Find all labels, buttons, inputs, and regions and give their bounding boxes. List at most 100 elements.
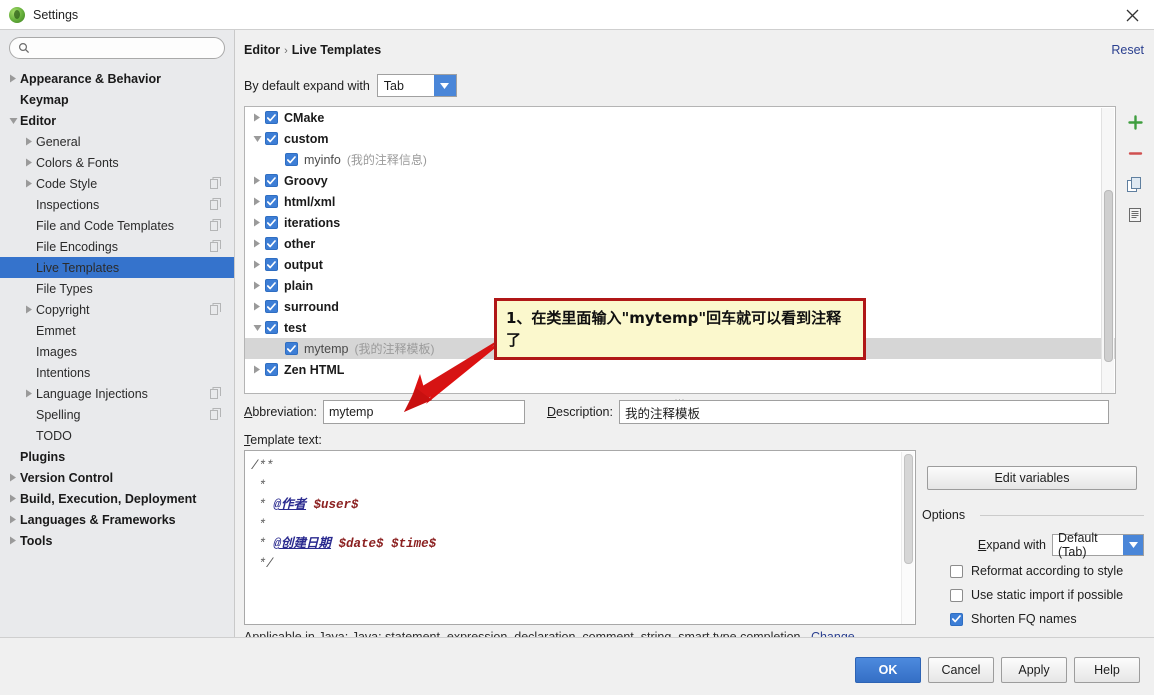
checkbox-icon[interactable] [950, 588, 963, 602]
option-checkbox-row[interactable]: Use static import if possible [950, 588, 1123, 602]
sidebar-item-file-types[interactable]: File Types [0, 278, 234, 299]
template-group-row[interactable]: Zen HTML [245, 359, 1115, 380]
chevron-right-icon[interactable] [22, 131, 36, 152]
sidebar-item-inspections[interactable]: Inspections [0, 194, 234, 215]
sidebar-item-intentions[interactable]: Intentions [0, 362, 234, 383]
copy-settings-icon[interactable] [210, 219, 222, 231]
template-enabled-checkbox[interactable] [285, 342, 298, 355]
sidebar-item-todo[interactable]: TODO [0, 425, 234, 446]
sidebar-item-language-injections[interactable]: Language Injections [0, 383, 234, 404]
sidebar-item-live-templates[interactable]: Live Templates [0, 257, 234, 278]
sidebar-item-file-and-code-templates[interactable]: File and Code Templates [0, 215, 234, 236]
template-group-row[interactable]: html/xml [245, 191, 1115, 212]
chevron-right-icon[interactable] [249, 302, 265, 311]
duplicate-template-button[interactable] [1122, 204, 1148, 230]
sidebar-item-file-encodings[interactable]: File Encodings [0, 236, 234, 257]
templates-scrollbar[interactable] [1101, 108, 1114, 393]
help-button[interactable]: Help [1074, 657, 1140, 683]
chevron-right-icon[interactable] [249, 176, 265, 185]
sidebar-item-general[interactable]: General [0, 131, 234, 152]
template-enabled-checkbox[interactable] [265, 321, 278, 334]
chevron-right-icon[interactable] [6, 488, 20, 509]
chevron-down-icon[interactable] [6, 110, 20, 131]
sidebar-item-copyright[interactable]: Copyright [0, 299, 234, 320]
default-expand-combo[interactable]: Tab [376, 74, 457, 97]
chevron-right-icon[interactable] [22, 152, 36, 173]
chevron-down-icon[interactable] [249, 324, 265, 332]
expand-with-combo[interactable]: Default (Tab) [1052, 531, 1144, 559]
template-enabled-checkbox[interactable] [265, 174, 278, 187]
copy-settings-icon[interactable] [210, 240, 222, 252]
chevron-right-icon[interactable] [6, 467, 20, 488]
checkbox-icon[interactable] [950, 612, 963, 626]
template-group-row[interactable]: other [245, 233, 1115, 254]
chevron-right-icon[interactable] [249, 281, 265, 290]
chevron-right-icon[interactable] [22, 383, 36, 404]
template-text-editor[interactable]: /** * * @作者 $user$ * * @创建日期 $date$ $tim… [244, 450, 916, 625]
sidebar-item-images[interactable]: Images [0, 341, 234, 362]
sidebar-item-spelling[interactable]: Spelling [0, 404, 234, 425]
copy-template-button[interactable] [1122, 173, 1148, 199]
sidebar-item-editor[interactable]: Editor [0, 110, 234, 131]
chevron-right-icon[interactable] [249, 239, 265, 248]
copy-settings-icon[interactable] [210, 387, 222, 399]
cancel-button[interactable]: Cancel [928, 657, 994, 683]
chevron-right-icon[interactable] [6, 530, 20, 551]
apply-button[interactable]: Apply [1001, 657, 1067, 683]
sidebar-item-languages-frameworks[interactable]: Languages & Frameworks [0, 509, 234, 530]
template-enabled-checkbox[interactable] [265, 258, 278, 271]
sidebar-item-appearance-behavior[interactable]: Appearance & Behavior [0, 68, 234, 89]
template-group-row[interactable]: custom [245, 128, 1115, 149]
reset-link[interactable]: Reset [1111, 43, 1144, 57]
template-enabled-checkbox[interactable] [265, 216, 278, 229]
editor-scrollbar[interactable] [901, 452, 914, 624]
template-enabled-checkbox[interactable] [265, 132, 278, 145]
copy-settings-icon[interactable] [210, 177, 222, 189]
search-input[interactable] [33, 39, 208, 57]
sidebar-item-build-execution-deployment[interactable]: Build, Execution, Deployment [0, 488, 234, 509]
template-enabled-checkbox[interactable] [285, 153, 298, 166]
sidebar-item-code-style[interactable]: Code Style [0, 173, 234, 194]
template-enabled-checkbox[interactable] [265, 237, 278, 250]
sidebar-item-keymap[interactable]: Keymap [0, 89, 234, 110]
copy-settings-icon[interactable] [210, 408, 222, 420]
chevron-right-icon[interactable] [22, 173, 36, 194]
template-group-row[interactable]: Groovy [245, 170, 1115, 191]
ok-button[interactable]: OK [855, 657, 921, 683]
remove-template-button[interactable] [1122, 142, 1148, 168]
sidebar-item-plugins[interactable]: Plugins [0, 446, 234, 467]
chevron-right-icon[interactable] [22, 299, 36, 320]
description-input[interactable] [618, 400, 1109, 424]
template-group-row[interactable]: CMake [245, 107, 1115, 128]
template-enabled-checkbox[interactable] [265, 279, 278, 292]
template-enabled-checkbox[interactable] [265, 111, 278, 124]
template-enabled-checkbox[interactable] [265, 195, 278, 208]
copy-settings-icon[interactable] [210, 303, 222, 315]
option-checkbox-row[interactable]: Shorten FQ names [950, 612, 1077, 626]
chevron-down-icon[interactable] [433, 75, 456, 96]
chevron-right-icon[interactable] [249, 260, 265, 269]
sidebar-item-version-control[interactable]: Version Control [0, 467, 234, 488]
chevron-down-icon[interactable] [249, 135, 265, 143]
option-checkbox-row[interactable]: Reformat according to style [950, 564, 1123, 578]
sidebar-item-emmet[interactable]: Emmet [0, 320, 234, 341]
abbreviation-input[interactable] [322, 400, 525, 424]
chevron-right-icon[interactable] [249, 113, 265, 122]
edit-variables-button[interactable]: Edit variables [927, 466, 1137, 490]
template-enabled-checkbox[interactable] [265, 300, 278, 313]
sidebar-item-colors-fonts[interactable]: Colors & Fonts [0, 152, 234, 173]
template-group-row[interactable]: output [245, 254, 1115, 275]
template-group-row[interactable]: plain [245, 275, 1115, 296]
search-box[interactable] [9, 37, 225, 59]
chevron-right-icon[interactable] [249, 218, 265, 227]
close-icon[interactable] [1110, 0, 1154, 30]
chevron-right-icon[interactable] [249, 197, 265, 206]
template-text-content[interactable]: /** * * @作者 $user$ * * @创建日期 $date$ $tim… [245, 451, 915, 574]
checkbox-icon[interactable] [950, 564, 963, 578]
templates-scrollbar-thumb[interactable] [1104, 190, 1113, 362]
template-enabled-checkbox[interactable] [265, 363, 278, 376]
editor-scrollbar-thumb[interactable] [904, 454, 913, 564]
chevron-right-icon[interactable] [249, 365, 265, 374]
add-template-button[interactable] [1122, 111, 1148, 137]
chevron-down-icon[interactable] [1123, 535, 1143, 555]
